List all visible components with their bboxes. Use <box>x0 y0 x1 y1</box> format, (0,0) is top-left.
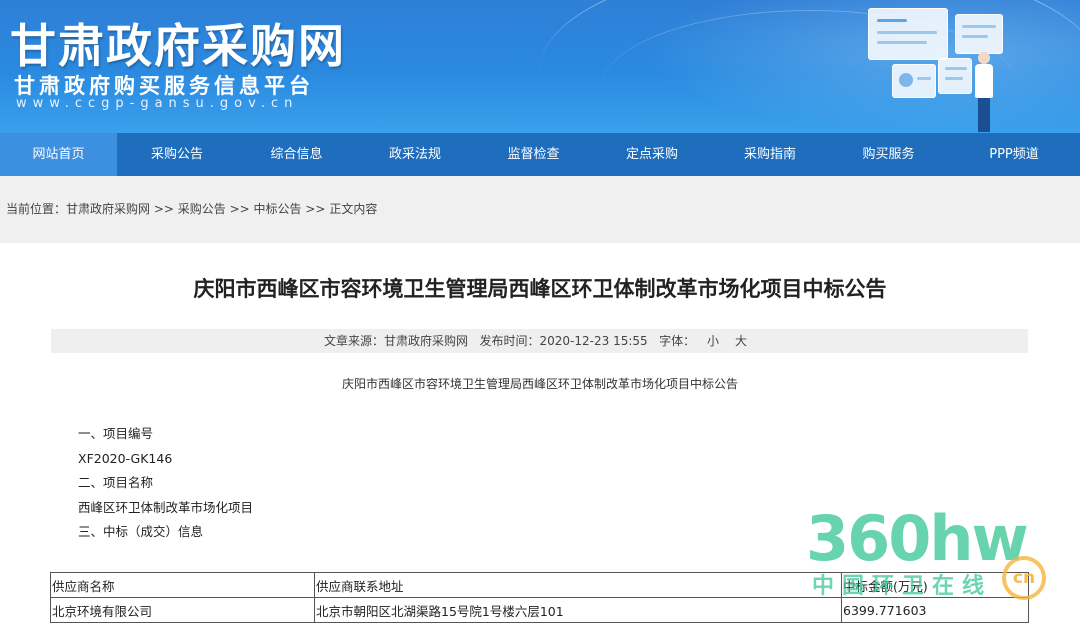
header-supplier-name: 供应商名称 <box>50 572 315 598</box>
cell-supplier-name: 北京环境有限公司 <box>50 597 315 623</box>
nav-procurement-notices[interactable]: 采购公告 <box>117 133 237 176</box>
table-row: 北京环境有限公司 北京市朝阳区北湖渠路15号院1号楼六层101 6399.771… <box>50 597 1029 623</box>
breadcrumb-separator: >> <box>150 202 178 216</box>
nav-home[interactable]: 网站首页 <box>0 133 117 176</box>
published-label: 发布时间： <box>479 334 540 348</box>
source-label: 文章来源： <box>324 334 385 348</box>
published-value: 2020-12-23 15:55 <box>539 334 648 348</box>
project-number-value: XF2020-GK146 <box>78 450 173 466</box>
nav-ppp-channel[interactable]: PPP频道 <box>948 133 1080 176</box>
decor-card-2 <box>955 14 1003 54</box>
nav-supervision[interactable]: 监督检查 <box>474 133 593 176</box>
person-illustration <box>972 52 996 132</box>
breadcrumb-procurement-notices[interactable]: 采购公告 <box>178 197 226 221</box>
decor-card-4 <box>938 58 972 94</box>
site-banner: 甘肃政府采购网 甘肃政府购买服务信息平台 www.ccgp-gansu.gov.… <box>0 0 1080 133</box>
main-nav: 网站首页 采购公告 综合信息 政采法规 监督检查 定点采购 采购指南 购买服务 … <box>0 133 1080 176</box>
award-table: 供应商名称 供应商联系地址 中标金额(万元) 北京环境有限公司 北京市朝阳区北湖… <box>50 572 1029 623</box>
article-sub-heading: 庆阳市西峰区市容环境卫生管理局西峰区环卫体制改革市场化项目中标公告 <box>341 377 738 391</box>
source-value: 甘肃政府采购网 <box>384 334 469 348</box>
article-meta-bar: 文章来源：甘肃政府采购网 发布时间：2020-12-23 15:55 字体： 小… <box>51 329 1028 353</box>
font-large-button[interactable]: 大 <box>735 334 747 348</box>
breadcrumb-prefix: 当前位置： <box>6 202 67 216</box>
breadcrumb-current: 正文内容 <box>329 202 378 216</box>
site-url: www.ccgp-gansu.gov.cn <box>16 96 299 111</box>
breadcrumb-award-notices[interactable]: 中标公告 <box>254 197 302 221</box>
nav-general-info[interactable]: 综合信息 <box>237 133 356 176</box>
breadcrumb-home[interactable]: 甘肃政府采购网 <box>66 197 150 221</box>
article-title: 庆阳市西峰区市容环境卫生管理局西峰区环卫体制改革市场化项目中标公告 <box>193 277 887 301</box>
nav-regulations[interactable]: 政采法规 <box>356 133 474 176</box>
breadcrumb: 当前位置： 甘肃政府采购网 >> 采购公告 >> 中标公告 >> 正文内容 <box>0 197 1080 221</box>
site-title: 甘肃政府采购网 <box>10 19 346 73</box>
decor-card-1 <box>868 8 948 60</box>
nav-purchase-services[interactable]: 购买服务 <box>829 133 948 176</box>
breadcrumb-separator: >> <box>301 202 330 216</box>
font-small-button[interactable]: 小 <box>707 334 719 348</box>
font-size-label: 字体： <box>659 334 696 348</box>
project-name-value: 西峰区环卫体制改革市场化项目 <box>78 499 254 515</box>
section-project-name-heading: 二、项目名称 <box>78 475 154 491</box>
table-header-row: 供应商名称 供应商联系地址 中标金额(万元) <box>50 572 1029 598</box>
breadcrumb-separator: >> <box>225 202 254 216</box>
cell-award-amount: 6399.771603 <box>841 597 1029 623</box>
nav-procurement-guide[interactable]: 采购指南 <box>711 133 829 176</box>
section-project-number-heading: 一、项目编号 <box>78 426 154 441</box>
header-supplier-address: 供应商联系地址 <box>314 572 842 598</box>
article-panel: 庆阳市西峰区市容环境卫生管理局西峰区环卫体制改革市场化项目中标公告 文章来源：甘… <box>0 243 1080 625</box>
article-body: 一、项目编号 XF2020-GK146 二、项目名称 西峰区环卫体制改革市场化项… <box>78 422 253 545</box>
nav-designated-procurement[interactable]: 定点采购 <box>593 133 711 176</box>
cell-supplier-address: 北京市朝阳区北湖渠路15号院1号楼六层101 <box>314 597 842 623</box>
decor-card-3 <box>892 64 936 98</box>
section-award-info-heading: 三、中标（成交）信息 <box>78 524 204 540</box>
header-award-amount: 中标金额(万元) <box>841 572 1029 598</box>
